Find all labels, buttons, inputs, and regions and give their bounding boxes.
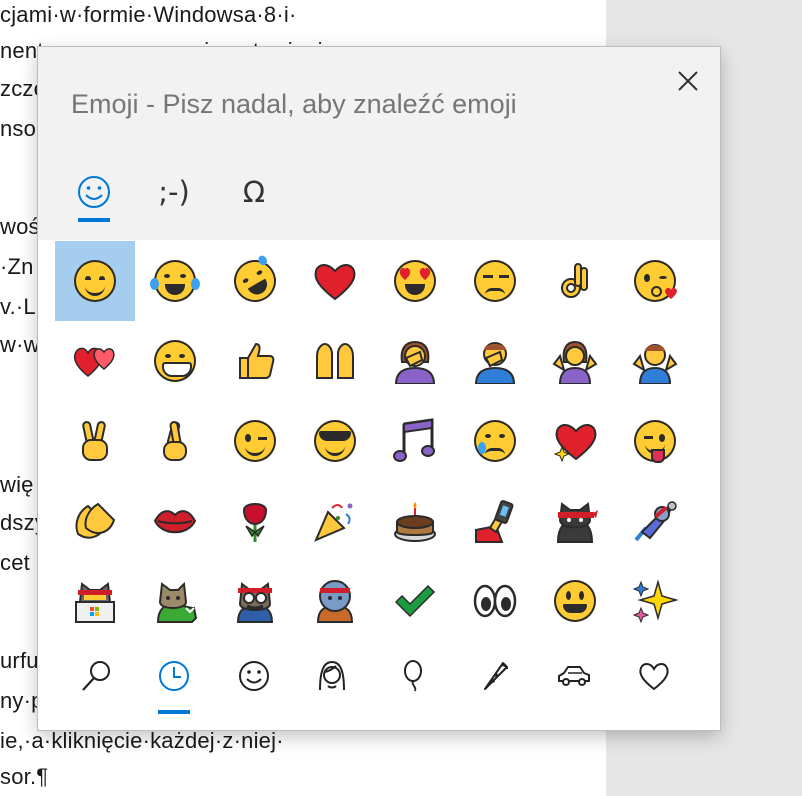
document-line: ie,·a·kliknięcie·każdej·z·niej·: [0, 728, 284, 753]
emoji-smiling-face-with-smiling-eyes[interactable]: [55, 241, 135, 321]
panel-title: Emoji - Pisz nadal, aby znaleźć emoji: [71, 89, 517, 119]
emoji-clapping-hands[interactable]: [55, 481, 135, 561]
emoji-crossed-fingers[interactable]: [135, 401, 215, 481]
emoji-crying-face[interactable]: [455, 401, 535, 481]
close-icon: [678, 71, 698, 91]
category-celebration[interactable]: [384, 647, 444, 705]
emoji-thumbs-up[interactable]: [215, 321, 295, 401]
emoji-stunt-cat[interactable]: [295, 561, 375, 641]
emoji-rolling-on-floor-laughing[interactable]: [215, 241, 295, 321]
emoji-two-hearts[interactable]: [55, 321, 135, 401]
emoji-kiss-mark[interactable]: [135, 481, 215, 561]
person-icon: [319, 660, 345, 691]
tab-kaomoji[interactable]: ;-): [144, 159, 204, 225]
category-recent[interactable]: [144, 647, 204, 705]
document-line: cet: [0, 550, 30, 575]
document-line: w·w: [0, 332, 40, 357]
emoji-panel-header: Emoji - Pisz nadal, aby znaleźć emoji ;-…: [38, 47, 720, 240]
emoji-dino-cat[interactable]: [135, 561, 215, 641]
emoji-musical-notes[interactable]: [375, 401, 455, 481]
category-transport[interactable]: [544, 647, 604, 705]
emoji-eyes[interactable]: [455, 561, 535, 641]
emoji-winking-face-with-tongue[interactable]: [615, 401, 695, 481]
balloon-icon: [404, 660, 422, 692]
emoji-man-shrugging[interactable]: [615, 321, 695, 401]
close-button[interactable]: [666, 61, 710, 101]
emoji-party-popper[interactable]: [295, 481, 375, 561]
emoji-grinning-face[interactable]: [535, 561, 615, 641]
emoji-sparkles[interactable]: [615, 561, 695, 641]
document-line: ·Zn: [0, 254, 34, 279]
category-search[interactable]: [66, 647, 126, 705]
emoji-smiling-face-with-sunglasses[interactable]: [295, 401, 375, 481]
pizza-icon: [484, 662, 508, 690]
emoji-man-facepalming[interactable]: [455, 321, 535, 401]
heart-outline-icon: [639, 663, 669, 691]
category-smileys[interactable]: [224, 647, 284, 705]
document-line: woś: [0, 214, 40, 239]
emoji-astro-cat[interactable]: [615, 481, 695, 561]
document-line: cjami·w·formie·Windowsa·8·i·: [0, 2, 297, 27]
emoji-rose[interactable]: [215, 481, 295, 561]
emoji-winking-face[interactable]: [215, 401, 295, 481]
emoji-hipster-cat[interactable]: [215, 561, 295, 641]
emoji-panel: Emoji - Pisz nadal, aby znaleźć emoji ;-…: [38, 47, 720, 730]
document-line: wię: [0, 472, 34, 497]
emoji-selfie[interactable]: [455, 481, 535, 561]
emoji-grinning-face-with-big-eyes[interactable]: [135, 321, 215, 401]
kaomoji-icon: ;-): [158, 175, 190, 209]
document-line: urfu: [0, 648, 39, 673]
emoji-unamused-face[interactable]: [455, 241, 535, 321]
emoji-woman-shrugging[interactable]: [535, 321, 615, 401]
emoji-ninja-cat[interactable]: [535, 481, 615, 561]
smiley-outline-icon: [239, 661, 269, 691]
active-tab-indicator: [78, 218, 110, 222]
clock-icon: [159, 661, 189, 691]
emoji-check-mark[interactable]: [375, 561, 455, 641]
search-icon: [82, 661, 110, 691]
document-line: sor.¶: [0, 764, 49, 789]
emoji-birthday-cake[interactable]: [375, 481, 455, 561]
document-line: nso: [0, 116, 37, 141]
category-symbols[interactable]: [624, 647, 684, 705]
emoji-raising-hands[interactable]: [295, 321, 375, 401]
emoji-victory-hand[interactable]: [55, 401, 135, 481]
category-people[interactable]: [302, 647, 362, 705]
smiley-face-icon: [78, 176, 110, 208]
emoji-sparkling-heart[interactable]: [535, 401, 615, 481]
tab-emoji[interactable]: [64, 159, 124, 225]
omega-icon: Ω: [242, 175, 266, 209]
car-icon: [558, 666, 590, 686]
emoji-face-with-tears-of-joy[interactable]: [135, 241, 215, 321]
emoji-face-blowing-kiss[interactable]: [615, 241, 695, 321]
emoji-ok-hand[interactable]: [535, 241, 615, 321]
emoji-smiling-face-with-heart-eyes[interactable]: [375, 241, 455, 321]
category-food[interactable]: [464, 647, 524, 705]
emoji-woman-facepalming[interactable]: [375, 321, 455, 401]
emoji-red-heart[interactable]: [295, 241, 375, 321]
active-category-indicator: [158, 710, 190, 714]
emoji-hacker-cat[interactable]: [55, 561, 135, 641]
tab-symbols[interactable]: Ω: [224, 159, 284, 225]
